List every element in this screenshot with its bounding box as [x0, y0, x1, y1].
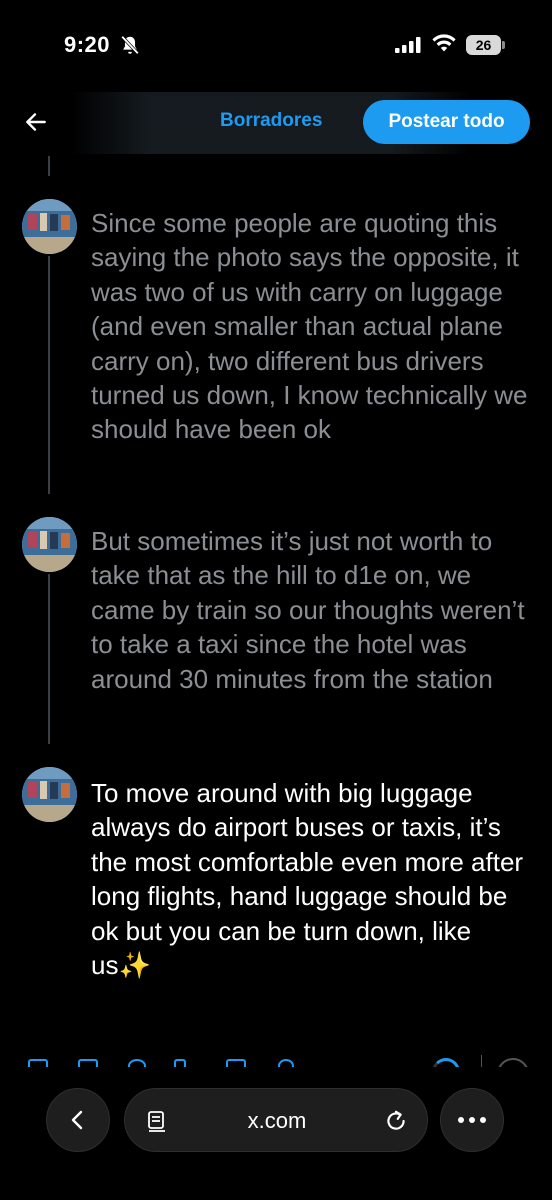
location-icon[interactable] [278, 1059, 294, 1067]
wifi-icon [432, 34, 456, 52]
battery-icon: 26 [466, 35, 506, 55]
bell-slash-icon [121, 35, 139, 55]
compose-header: Borradores Postear todo [0, 92, 552, 154]
status-time: 9:20 [64, 32, 111, 57]
thread-connector [48, 256, 50, 494]
chevron-left-icon [71, 1110, 83, 1130]
browser-more-button[interactable] [440, 1088, 504, 1152]
avatar[interactable] [22, 517, 77, 572]
tweet-text[interactable]: But sometimes it’s just not worth to tak… [91, 524, 537, 696]
avatar[interactable] [22, 199, 77, 254]
cellular-signal-icon [395, 37, 421, 53]
image-icon[interactable] [28, 1059, 48, 1067]
tweet-text[interactable]: Since some people are quoting this sayin… [91, 206, 537, 447]
compose-toolbar [0, 1055, 552, 1067]
tweet-text[interactable]: To move around with big luggage always d… [91, 776, 537, 982]
address-bar[interactable]: x.com [124, 1088, 428, 1152]
battery-level: 26 [466, 35, 501, 55]
arrow-left-icon [26, 113, 46, 131]
avatar[interactable] [22, 767, 77, 822]
browser-back-button[interactable] [46, 1088, 110, 1152]
thread-connector [48, 156, 50, 176]
gif-icon[interactable] [78, 1059, 98, 1067]
browser-bottom-bar: x.com [0, 1080, 552, 1200]
grok-icon[interactable] [128, 1059, 146, 1067]
more-icon [458, 1117, 486, 1123]
character-count-ring [432, 1058, 460, 1067]
thread-connector [48, 574, 50, 744]
status-bar: 9:20 26 [0, 0, 552, 90]
back-button[interactable] [20, 106, 52, 138]
poll-icon[interactable] [174, 1059, 186, 1067]
toolbar-divider [481, 1055, 482, 1067]
schedule-icon[interactable] [226, 1059, 246, 1067]
post-all-button[interactable]: Postear todo [363, 100, 530, 144]
add-post-button[interactable] [497, 1058, 529, 1067]
reload-icon[interactable] [383, 1108, 409, 1134]
drafts-link[interactable]: Borradores [220, 110, 322, 132]
